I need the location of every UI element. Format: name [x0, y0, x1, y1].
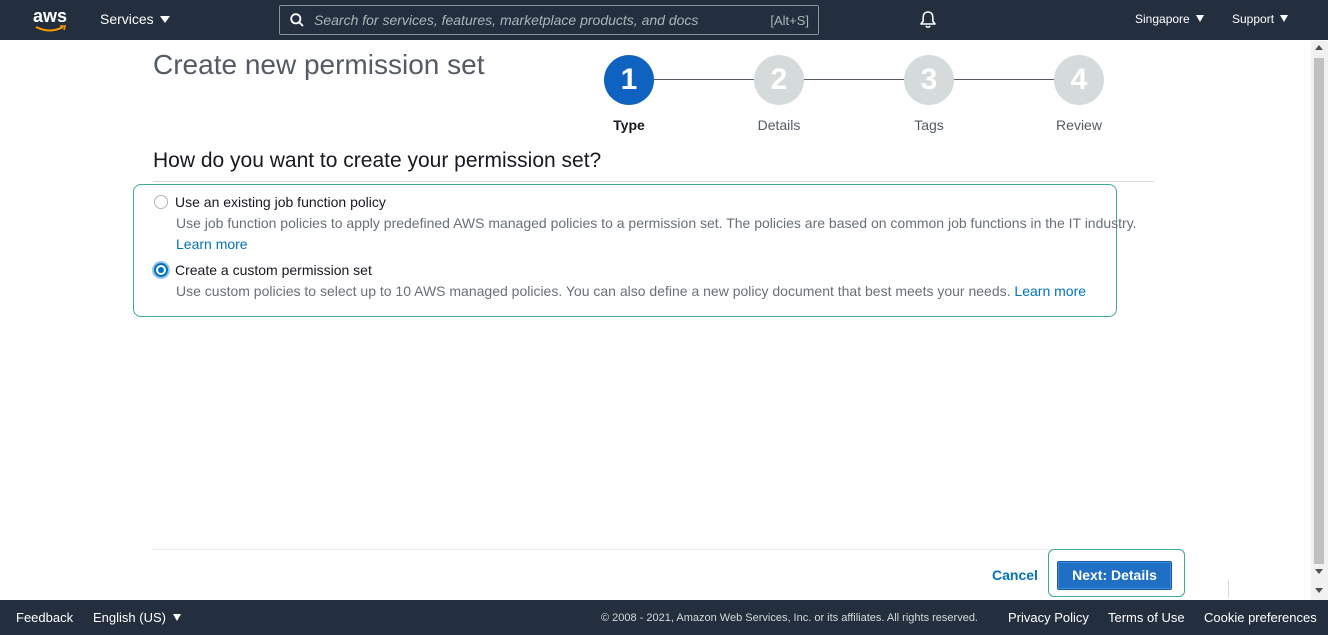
cookie-preferences-link[interactable]: Cookie preferences [1204, 610, 1317, 625]
section-heading: How do you want to create your permissio… [153, 149, 602, 172]
language-selector[interactable]: English (US) [93, 610, 181, 625]
support-menu[interactable]: Support [1232, 12, 1289, 26]
services-label: Services [100, 11, 154, 27]
divider [153, 181, 1154, 182]
step-3-circle: 3 [904, 55, 954, 105]
top-navigation: aws Services [Alt+S] Singapore Support [0, 0, 1328, 40]
services-menu[interactable]: Services [100, 11, 170, 27]
radio-custom-permission-set[interactable] [154, 263, 168, 277]
terms-of-use-link[interactable]: Terms of Use [1108, 610, 1185, 625]
scrollbar-thumb[interactable] [1314, 58, 1324, 564]
aws-logo-text: aws [33, 6, 68, 26]
scroll-down-arrow-icon[interactable] [1315, 569, 1323, 574]
aws-logo[interactable]: aws [33, 6, 67, 34]
option-description-existing-job-function: Use job function policies to apply prede… [176, 215, 1137, 231]
scroll-up-arrow-icon[interactable] [1315, 45, 1323, 50]
search-box[interactable]: [Alt+S] [279, 5, 819, 35]
feedback-link[interactable]: Feedback [16, 610, 73, 625]
search-input[interactable] [314, 6, 754, 34]
caret-down-icon [159, 15, 170, 23]
copyright-text: © 2008 - 2021, Amazon Web Services, Inc.… [601, 612, 978, 624]
step-4-label: Review [1056, 117, 1102, 133]
vertical-scrollbar[interactable] [1311, 41, 1328, 600]
caret-down-icon [1195, 15, 1204, 23]
scroll-down-arrow-icon[interactable] [1315, 588, 1323, 593]
next-details-button[interactable]: Next: Details [1057, 561, 1172, 590]
option-label-existing-job-function[interactable]: Use an existing job function policy [175, 194, 386, 210]
radio-existing-job-function[interactable] [154, 195, 168, 209]
console-footer: Feedback English (US) © 2008 - 2021, Ama… [0, 600, 1328, 635]
caret-down-icon [172, 614, 181, 622]
region-label: Singapore [1135, 12, 1190, 26]
learn-more-link[interactable]: Learn more [1014, 283, 1086, 299]
step-1-circle: 1 [604, 55, 654, 105]
description-text: Use custom policies to select up to 10 A… [176, 283, 1011, 299]
aws-smile-icon [35, 25, 67, 32]
option-label-custom-permission-set[interactable]: Create a custom permission set [175, 262, 372, 278]
search-icon [290, 13, 304, 27]
page-title: Create new permission set [153, 49, 485, 80]
privacy-policy-link[interactable]: Privacy Policy [1008, 610, 1089, 625]
language-label: English (US) [93, 610, 166, 625]
option-description-custom-permission-set: Use custom policies to select up to 10 A… [176, 283, 1086, 299]
caret-down-icon [1280, 15, 1289, 23]
step-3-label: Tags [914, 117, 944, 133]
step-connector [954, 79, 1054, 80]
learn-more-link[interactable]: Learn more [176, 236, 248, 252]
step-connector [804, 79, 904, 80]
divider [1228, 580, 1229, 598]
support-label: Support [1232, 12, 1275, 26]
step-2-label: Details [757, 117, 801, 133]
bell-icon[interactable] [919, 10, 937, 29]
step-connector [654, 79, 754, 80]
step-1-label: Type [613, 117, 645, 133]
cancel-button[interactable]: Cancel [992, 567, 1038, 583]
region-selector[interactable]: Singapore [1135, 12, 1204, 26]
search-shortcut-hint: [Alt+S] [770, 13, 809, 28]
step-2-circle: 2 [754, 55, 804, 105]
divider [152, 549, 1154, 550]
step-4-circle: 4 [1054, 55, 1104, 105]
